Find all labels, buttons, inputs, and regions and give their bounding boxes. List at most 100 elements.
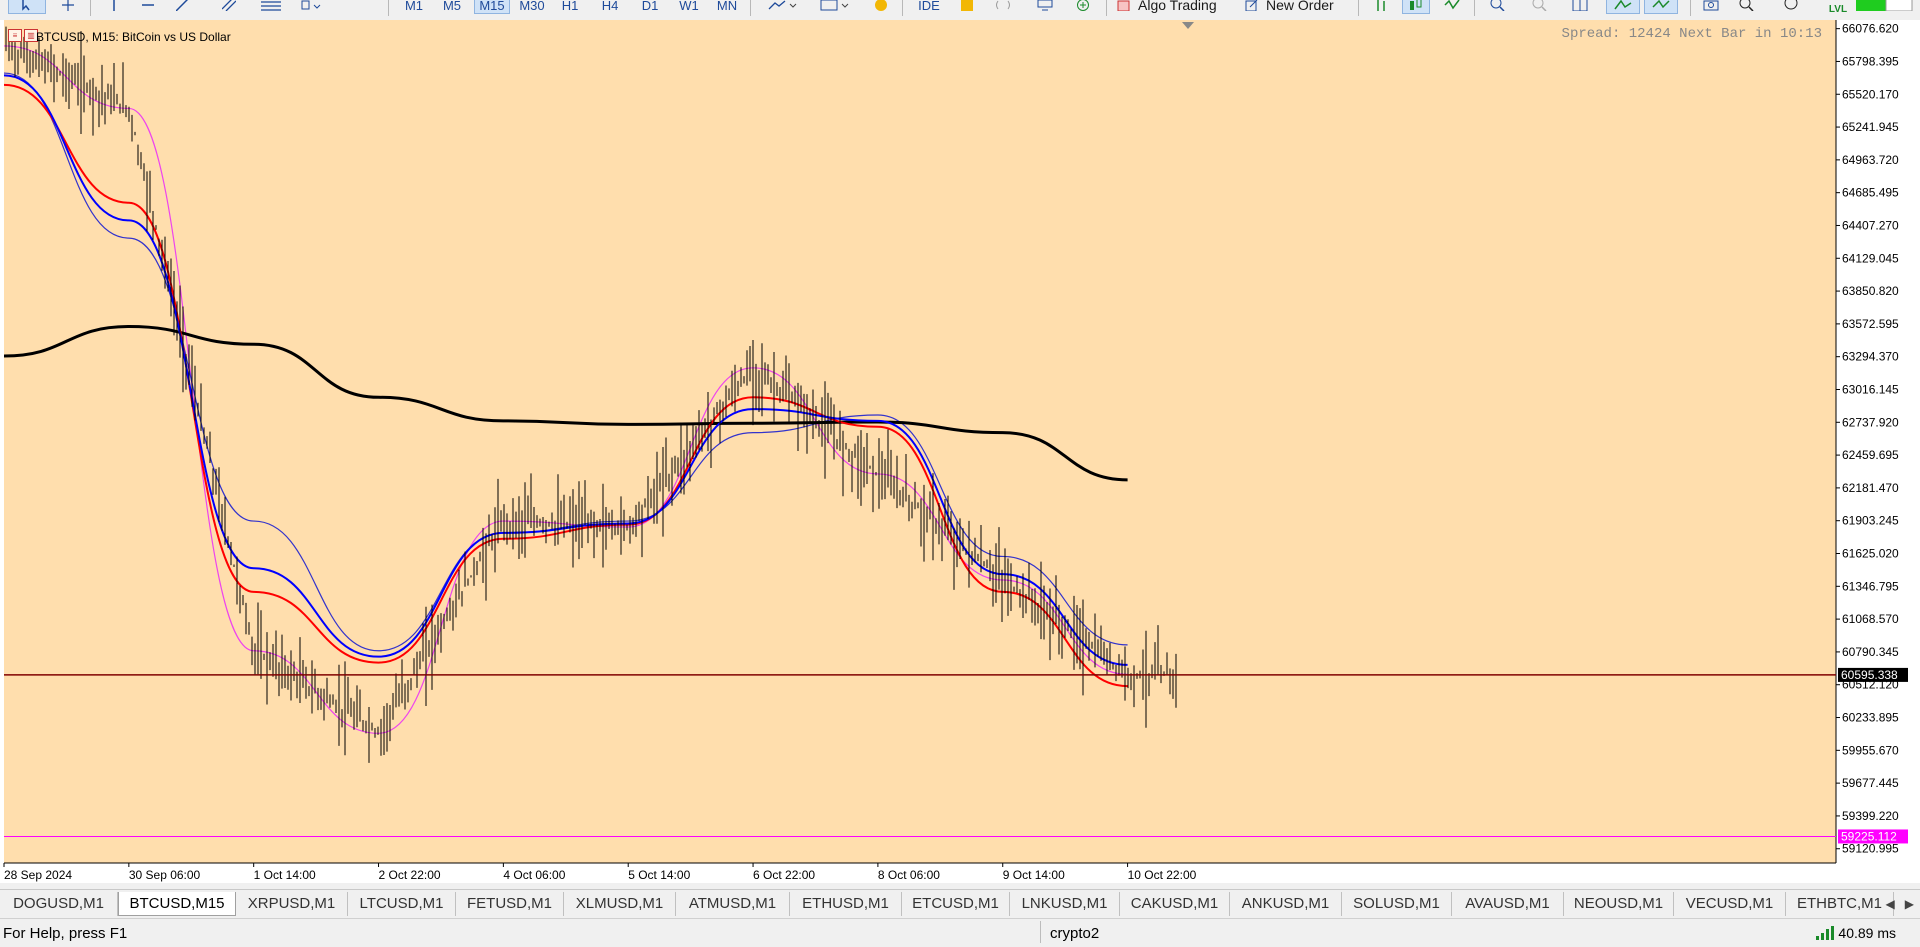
price-axis-label: 65798.395 [1842, 54, 1899, 68]
toolbar-divider [388, 0, 389, 16]
chart-tab[interactable]: VECUSD,M1 [1674, 892, 1786, 916]
chart-menu-icon[interactable]: ≡ [8, 29, 22, 42]
chart-tab[interactable]: ATMUSD,M1 [676, 892, 790, 916]
tab-scroll-left-icon[interactable]: ◀ [1886, 892, 1895, 916]
cursor-tool-button[interactable] [8, 0, 46, 14]
chart-tab[interactable]: CAKUSD,M1 [1120, 892, 1230, 916]
scripts-icon [961, 0, 973, 11]
trendline-button[interactable] [172, 0, 192, 14]
account-button[interactable] [1780, 0, 1802, 14]
scripts-button[interactable] [956, 0, 978, 14]
timeframe-m1-button[interactable]: M1 [398, 0, 430, 14]
bar-chart-button[interactable] [1370, 0, 1394, 14]
search-icon [1739, 0, 1754, 11]
templates-button[interactable] [814, 0, 854, 14]
price-chart[interactable]: 66076.620 65798.395 65520.170 65241.945 6496… [0, 20, 1920, 883]
time-axis-label: 9 Oct 14:00 [1003, 868, 1065, 882]
signal-bars-icon [1816, 926, 1835, 940]
time-axis-label: 30 Sep 06:00 [129, 868, 201, 882]
timeframe-m15-button[interactable]: M15 [474, 0, 510, 14]
crosshair-tool-button[interactable] [58, 0, 78, 14]
current-price-tag[interactable]: 60595.338 [1841, 668, 1898, 682]
chart-tab[interactable]: ETHUSD,M1 [790, 892, 902, 916]
tile-windows-button[interactable] [1568, 0, 1592, 14]
bar-chart-icon [1377, 0, 1385, 11]
ide-button[interactable]: IDE [914, 0, 944, 14]
chart-tab[interactable]: AVAUSD,M1 [1452, 892, 1564, 916]
coin-icon [875, 0, 887, 11]
magnifier-icon [1490, 0, 1505, 11]
chart-tab[interactable]: DOGUSD,M1 [0, 892, 118, 916]
price-axis-label: 63850.820 [1842, 284, 1899, 298]
vertical-line-button[interactable] [104, 0, 124, 14]
main-toolbar: M1 M5 M15 M30 H1 H4 D1 W1 MN IDE Algo Tr… [0, 0, 1920, 21]
alert-price-tag[interactable]: 59225.112 [1841, 829, 1897, 843]
status-profile-name[interactable]: crypto2 [1050, 925, 1099, 942]
chart-tab[interactable]: BTCUSD,M15 [118, 892, 236, 916]
price-axis-label: 60790.345 [1842, 645, 1899, 659]
add-button[interactable] [1070, 0, 1096, 14]
candlestick-button[interactable] [1402, 0, 1430, 14]
tab-scroll-right-icon[interactable]: ▶ [1905, 892, 1914, 916]
chart-tab[interactable]: LNKUSD,M1 [1010, 892, 1120, 916]
chart-tab[interactable]: LTCUSD,M1 [348, 892, 456, 916]
timeframe-h1-button[interactable]: H1 [554, 0, 586, 14]
timeframe-w1-button[interactable]: W1 [672, 0, 706, 14]
algo-trading-icon [1117, 0, 1130, 11]
price-axis-label: 65520.170 [1842, 87, 1899, 101]
chart-tab[interactable]: ETCUSD,M1 [902, 892, 1010, 916]
price-axis-label: 60233.895 [1842, 711, 1899, 725]
level-meter [1856, 0, 1914, 14]
channel-button[interactable] [218, 0, 240, 14]
chart-tab[interactable]: XLMUSD,M1 [564, 892, 676, 916]
fibonacci-icon [261, 1, 281, 11]
timeframe-m5-button[interactable]: M5 [436, 0, 468, 14]
signal-waves-icon [996, 0, 1010, 10]
add-circle-icon [1077, 0, 1089, 11]
autoscroll-button[interactable] [1606, 0, 1640, 14]
chart-tab[interactable]: ETHBTC,M1 [1786, 892, 1894, 916]
timeframe-m30-button[interactable]: M30 [514, 0, 550, 14]
price-axis-label: 64963.720 [1842, 153, 1899, 167]
timeframe-h1-label: H1 [561, 0, 579, 13]
market-button[interactable] [870, 0, 892, 14]
chart-shift-icon [1652, 0, 1670, 9]
zoom-in-button[interactable] [1486, 0, 1510, 14]
fibonacci-button[interactable] [258, 0, 284, 14]
signals-button[interactable] [990, 0, 1016, 14]
chart-type-button[interactable] [762, 0, 802, 14]
vps-button[interactable] [1032, 0, 1058, 14]
chart-tab[interactable]: ANKUSD,M1 [1230, 892, 1342, 916]
timeframe-m15-label: M15 [479, 0, 505, 13]
horizontal-line-icon [142, 4, 154, 6]
shapes-button[interactable] [298, 0, 324, 14]
timeframe-mn-button[interactable]: MN [710, 0, 744, 14]
tab-scroll-controls: ◀ ▶ [1886, 892, 1914, 916]
timeframe-h4-button[interactable]: H4 [594, 0, 626, 14]
timeframe-d1-button[interactable]: D1 [634, 0, 666, 14]
chart-shift-button[interactable] [1644, 0, 1678, 14]
price-axis-label: 59677.445 [1842, 776, 1899, 790]
chart-tab[interactable]: NEOUSD,M1 [1564, 892, 1674, 916]
plot-area[interactable] [4, 20, 1836, 863]
line-chart-button[interactable] [1440, 0, 1464, 14]
horizontal-line-button[interactable] [138, 0, 158, 14]
algo-trading-button[interactable]: Algo Trading [1116, 0, 1236, 14]
price-axis-label: 65241.945 [1842, 120, 1899, 134]
new-order-button[interactable]: New Order [1244, 0, 1352, 14]
time-axis-label: 6 Oct 22:00 [753, 868, 815, 882]
price-axis-label: 64129.045 [1842, 251, 1899, 265]
chart-tab[interactable]: FETUSD,M1 [456, 892, 564, 916]
chart-tab[interactable]: SOLUSD,M1 [1342, 892, 1452, 916]
timeframe-m30-label: M30 [519, 0, 545, 13]
search-button[interactable] [1736, 0, 1758, 14]
zoom-out-button[interactable] [1528, 0, 1552, 14]
chart-tab[interactable]: XRPUSD,M1 [236, 892, 348, 916]
account-icon [1784, 0, 1798, 10]
algo-trading-label: Algo Trading [1138, 0, 1217, 13]
screenshot-button[interactable] [1700, 0, 1722, 14]
connection-status[interactable]: 40.89 ms [1816, 925, 1896, 941]
chart-window[interactable]: 66076.620 65798.395 65520.170 65241.945 6496… [0, 20, 1920, 883]
spread-timer-text: Spread: 12424 Next Bar in 10:13 [1561, 26, 1822, 42]
time-axis-label: 4 Oct 06:00 [503, 868, 565, 882]
